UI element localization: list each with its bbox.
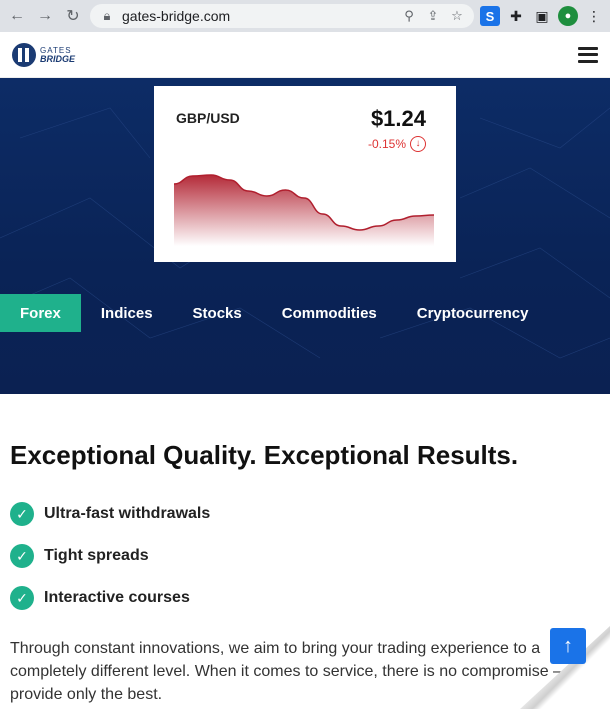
site-header: GATES BRIDGE <box>0 32 610 78</box>
intro-paragraph: Through constant innovations, we aim to … <box>10 640 594 703</box>
price-change: -0.15% ↓ <box>368 136 426 152</box>
share-icon[interactable]: ⇪ <box>424 7 442 25</box>
tab-forex[interactable]: Forex <box>0 294 81 332</box>
list-item: ✓ Tight spreads <box>10 535 600 577</box>
tab-stocks[interactable]: Stocks <box>173 294 262 332</box>
hamburger-icon[interactable] <box>578 46 598 63</box>
price-chart-card: GBP/USD $1.24 -0.15% ↓ <box>154 86 456 262</box>
url-text[interactable]: gates-bridge.com <box>122 8 394 24</box>
change-value: -0.15% <box>367 137 406 151</box>
tab-commodities[interactable]: Commodities <box>262 294 397 332</box>
price-value: $1.24 <box>370 106 426 131</box>
feature-label: Tight spreads <box>44 547 149 564</box>
kebab-menu-icon[interactable]: ⋮ <box>584 6 604 26</box>
profile-icon[interactable]: ● <box>558 6 578 26</box>
arrow-up-icon[interactable]: ↑ <box>550 628 586 664</box>
check-circle-icon: ✓ <box>10 586 34 610</box>
feature-label: Interactive courses <box>44 589 190 606</box>
feature-list: ✓ Ultra-fast withdrawals ✓ Tight spreads… <box>10 493 600 619</box>
market-tabs: Forex Indices Stocks Commodities Cryptoc… <box>0 294 610 332</box>
list-item: ✓ Interactive courses <box>10 577 600 619</box>
star-icon[interactable]: ☆ <box>448 7 466 25</box>
side-panel-icon[interactable]: ▣ <box>532 6 552 26</box>
logo-text: GATES BRIDGE <box>40 46 75 64</box>
check-circle-icon: ✓ <box>10 502 34 526</box>
logo-line-2: BRIDGE <box>40 53 76 64</box>
arrow-right-icon[interactable]: → <box>34 5 56 27</box>
lock-icon[interactable]: 🔒︎ <box>98 7 116 25</box>
feature-label: Ultra-fast withdrawals <box>44 505 211 522</box>
address-bar[interactable]: 🔒︎ gates-bridge.com ⚲ ⇪ ☆ <box>90 4 474 28</box>
reload-icon[interactable]: ↻ <box>62 5 84 27</box>
page-title: Exceptional Quality. Exceptional Results… <box>10 440 519 470</box>
list-item: ✓ Ultra-fast withdrawals <box>10 493 600 535</box>
currency-pair: GBP/USD <box>176 110 240 126</box>
logo-mark-icon <box>12 42 36 67</box>
extension-s-icon[interactable]: S <box>480 6 500 26</box>
tab-indices[interactable]: Indices <box>81 294 173 332</box>
check-circle-icon: ✓ <box>10 544 34 568</box>
arrow-left-icon[interactable]: ← <box>6 5 28 27</box>
chart-area <box>174 175 434 246</box>
main-content: Exceptional Quality. Exceptional Results… <box>0 440 610 706</box>
tab-cryptocurrency[interactable]: Cryptocurrency <box>397 294 549 332</box>
browser-toolbar: ← → ↻ 🔒︎ gates-bridge.com ⚲ ⇪ ☆ S ✚ ▣ ● … <box>0 0 610 32</box>
puzzle-icon[interactable]: ✚ <box>506 6 526 26</box>
logo[interactable]: GATES BRIDGE <box>12 42 75 67</box>
search-icon[interactable]: ⚲ <box>400 7 418 25</box>
arrow-down-circle-icon: ↓ <box>410 136 426 152</box>
hero-banner: GBP/USD $1.24 -0.15% ↓ Forex Indices Sto… <box>0 78 610 394</box>
